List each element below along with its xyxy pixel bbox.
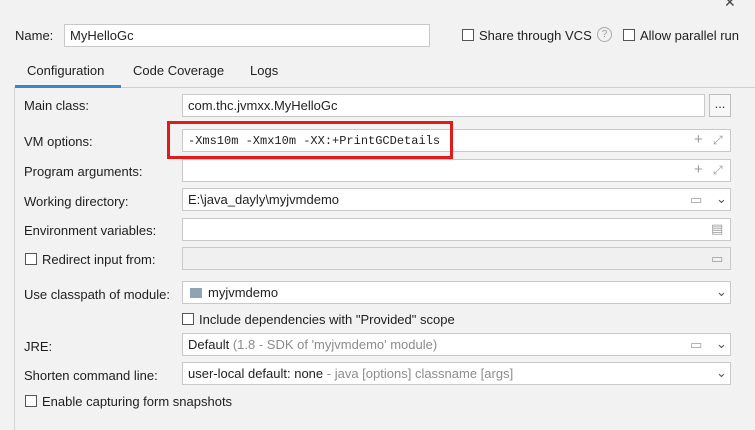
help-icon[interactable]: ? — [597, 27, 612, 42]
folder-icon[interactable]: ▭ — [690, 338, 702, 352]
share-vcs-checkbox[interactable] — [462, 29, 474, 41]
program-arguments-input[interactable] — [182, 159, 731, 182]
tab-logs[interactable]: Logs — [250, 60, 278, 88]
include-dependencies-checkbox[interactable] — [182, 313, 194, 325]
redirect-input-label: Redirect input from: — [42, 252, 156, 267]
redirect-input-field[interactable] — [182, 247, 731, 270]
folder-icon[interactable]: ▭ — [690, 193, 702, 207]
name-label: Name: — [15, 28, 54, 43]
main-class-value: com.thc.jvmxx.MyHelloGc — [188, 98, 338, 113]
environment-variables-input[interactable] — [182, 218, 731, 241]
jre-default: Default — [188, 337, 230, 352]
browse-label: ... — [714, 96, 726, 111]
jre-label: JRE: — [24, 339, 53, 354]
main-class-input[interactable]: com.thc.jvmxx.MyHelloGc — [182, 94, 705, 117]
module-select[interactable]: myjvmdemo — [182, 281, 731, 304]
module-icon — [190, 288, 202, 298]
tab-configuration[interactable]: Configuration — [15, 60, 121, 88]
chevron-down-icon[interactable]: ⌄ — [716, 285, 727, 299]
name-input-value: MyHelloGc — [70, 28, 134, 43]
tab-configuration-label: Configuration — [27, 63, 105, 78]
jre-value: Default (1.8 - SDK of 'myjvmdemo' module… — [188, 337, 437, 352]
module-value: myjvmdemo — [208, 285, 279, 300]
add-icon[interactable]: + — [694, 132, 703, 147]
include-dependencies-label: Include dependencies with "Provided" sco… — [199, 312, 455, 327]
working-directory-value: E:\java_dayly\myjvmdemo — [188, 192, 339, 207]
main-class-label: Main class: — [24, 98, 90, 113]
tab-code-coverage[interactable]: Code Coverage — [133, 60, 224, 88]
main-class-browse-button[interactable]: ... — [709, 94, 731, 117]
shorten-command-line-label: Shorten command line: — [24, 368, 158, 383]
chevron-down-icon[interactable]: ⌄ — [716, 192, 727, 206]
expand-icon[interactable]: ⤢ — [713, 133, 723, 147]
name-input[interactable]: MyHelloGc — [64, 24, 430, 47]
vm-options-label: VM options: — [24, 134, 93, 149]
chevron-down-icon[interactable]: ⌄ — [716, 366, 727, 380]
capture-snapshots-checkbox[interactable] — [25, 395, 37, 407]
parallel-run-checkbox[interactable] — [623, 29, 635, 41]
shorten-command-line-select[interactable]: user-local default: none - java [options… — [182, 362, 731, 385]
close-icon[interactable]: ✕ — [724, 0, 736, 11]
shorten-detail: - java [options] classname [args] — [326, 366, 514, 381]
working-directory-label: Working directory: — [24, 194, 129, 209]
jre-input[interactable]: Default (1.8 - SDK of 'myjvmdemo' module… — [182, 333, 731, 356]
document-icon[interactable]: ▤ — [711, 222, 723, 236]
tab-logs-label: Logs — [250, 63, 279, 78]
capture-snapshots-label: Enable capturing form snapshots — [42, 394, 233, 409]
tab-code-coverage-label: Code Coverage — [133, 63, 225, 78]
parallel-run-label: Allow parallel run — [640, 28, 739, 43]
shorten-default: user-local default: none — [188, 366, 324, 381]
folder-icon[interactable]: ▭ — [711, 252, 723, 266]
environment-variables-label: Environment variables: — [24, 223, 157, 238]
highlight-box — [167, 121, 453, 159]
redirect-input-checkbox[interactable] — [25, 253, 37, 265]
program-arguments-label: Program arguments: — [24, 164, 143, 179]
classpath-module-label: Use classpath of module: — [24, 287, 170, 302]
add-icon[interactable]: + — [694, 162, 703, 177]
working-directory-input[interactable]: E:\java_dayly\myjvmdemo — [182, 188, 731, 211]
expand-icon[interactable]: ⤢ — [713, 163, 723, 177]
jre-detail: (1.8 - SDK of 'myjvmdemo' module) — [232, 337, 438, 352]
chevron-down-icon[interactable]: ⌄ — [716, 337, 727, 351]
shorten-value: user-local default: none - java [options… — [188, 366, 513, 381]
share-vcs-label: Share through VCS — [479, 28, 592, 43]
